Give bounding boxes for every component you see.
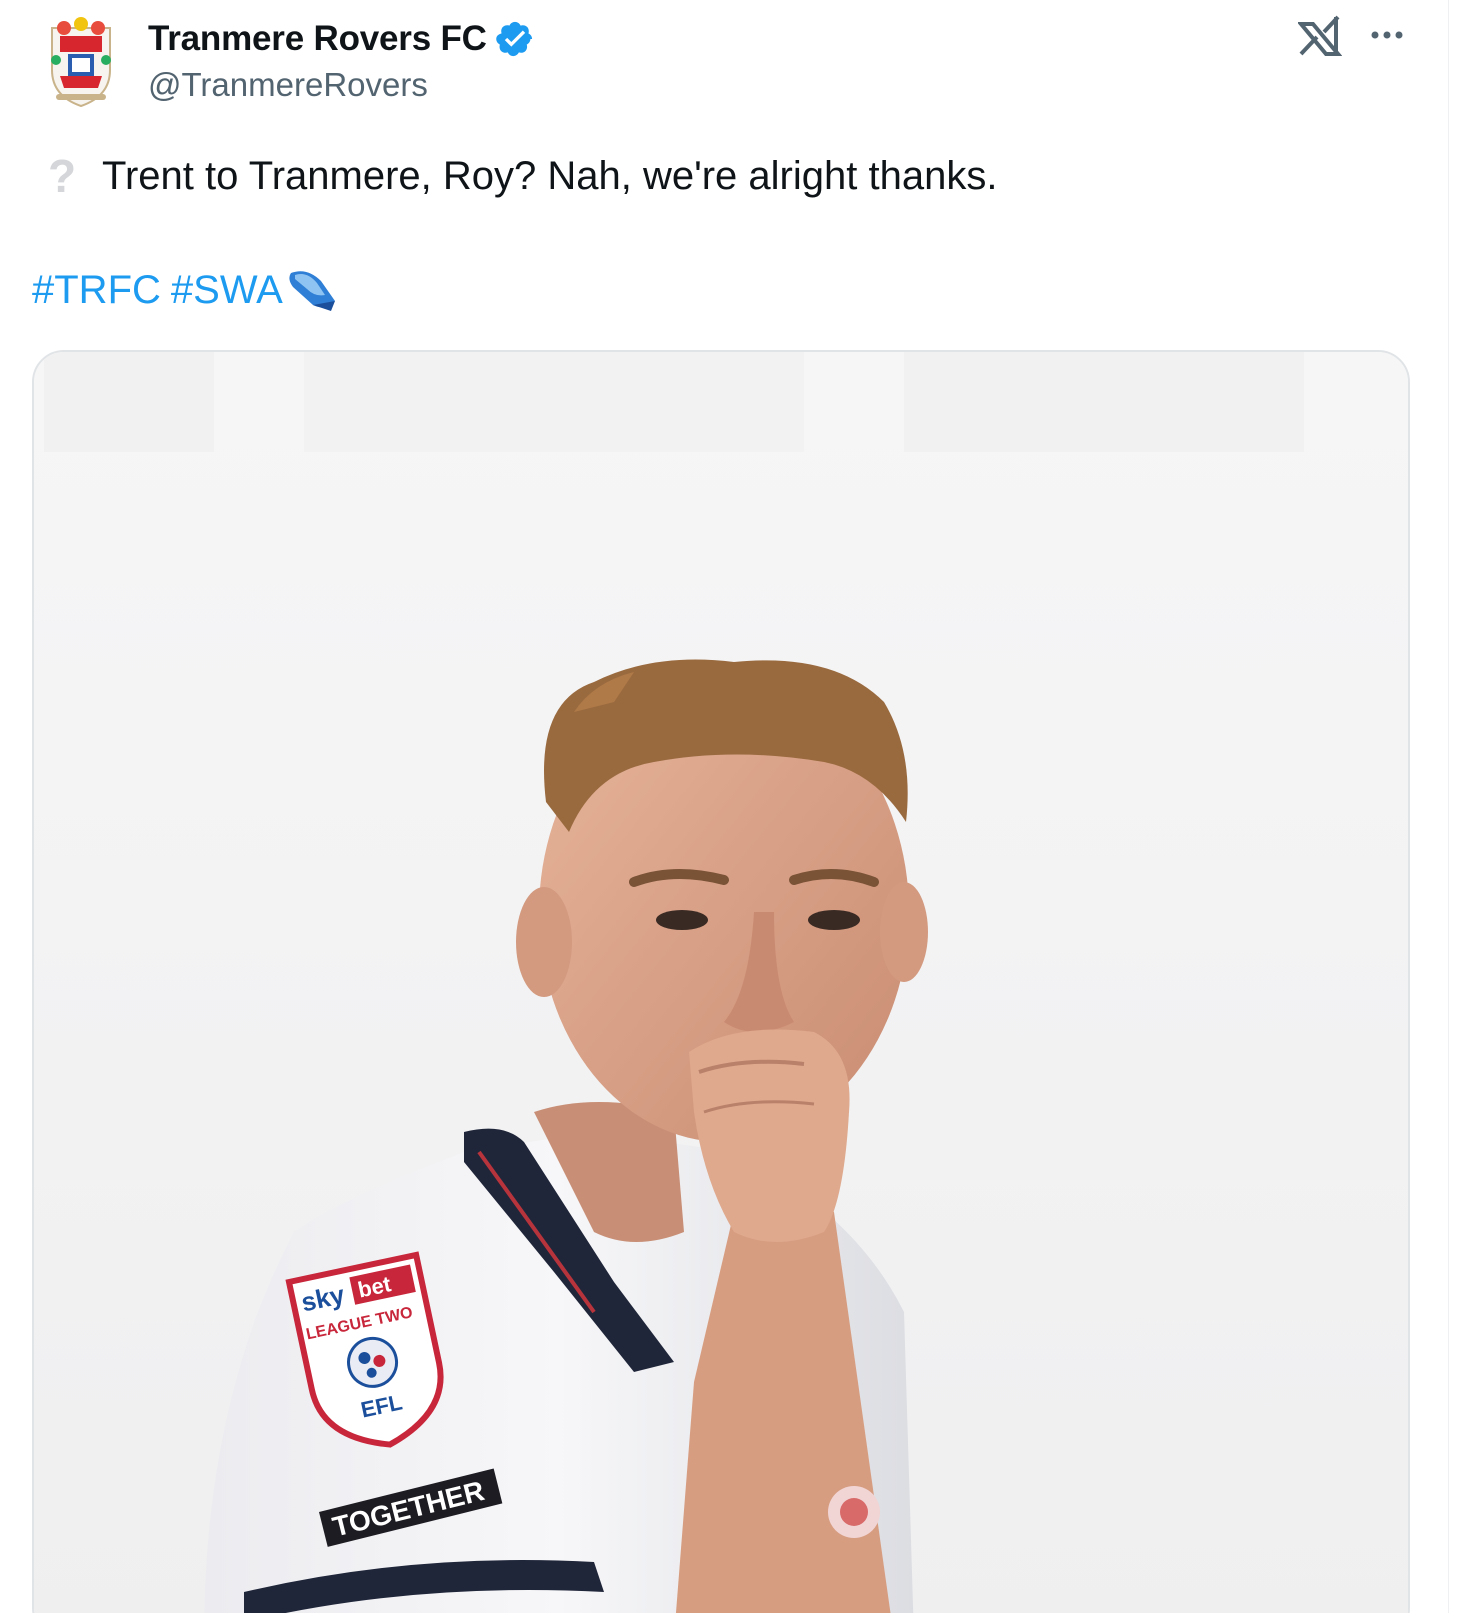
hashtag-trfc[interactable]: #TRFC	[32, 268, 161, 313]
tweet-text: Trent to Tranmere, Roy? Nah, we're alrig…	[102, 153, 998, 198]
display-name[interactable]: Tranmere Rovers FC	[148, 19, 487, 59]
verified-badge-icon[interactable]	[495, 19, 535, 59]
account-handle[interactable]: @TranmereRovers	[148, 66, 428, 104]
question-mark-emoji-icon: ?	[47, 150, 77, 202]
swa-emoji-icon	[289, 271, 335, 311]
footballer-kissing-fist-photo: sky bet LEAGUE TWO EFL TOGETHER	[34, 352, 1408, 1613]
hashtags-row: #TRFC #SWA	[32, 262, 339, 318]
divider	[1448, 0, 1449, 1613]
club-crest-icon[interactable]	[42, 14, 120, 110]
tweet-media-photo[interactable]: sky bet LEAGUE TWO EFL TOGETHER	[32, 350, 1410, 1613]
hashtag-swa[interactable]: #SWA	[171, 268, 283, 313]
tweet-card[interactable]: Tranmere Rovers FC @TranmereRovers ? Tre…	[0, 0, 1460, 1613]
more-options-icon[interactable]	[1367, 20, 1407, 50]
x-logo-icon[interactable]	[1298, 14, 1342, 58]
account-name-row[interactable]: Tranmere Rovers FC	[148, 16, 535, 62]
tweet-text-row: ? Trent to Tranmere, Roy? Nah, we're alr…	[44, 148, 998, 204]
